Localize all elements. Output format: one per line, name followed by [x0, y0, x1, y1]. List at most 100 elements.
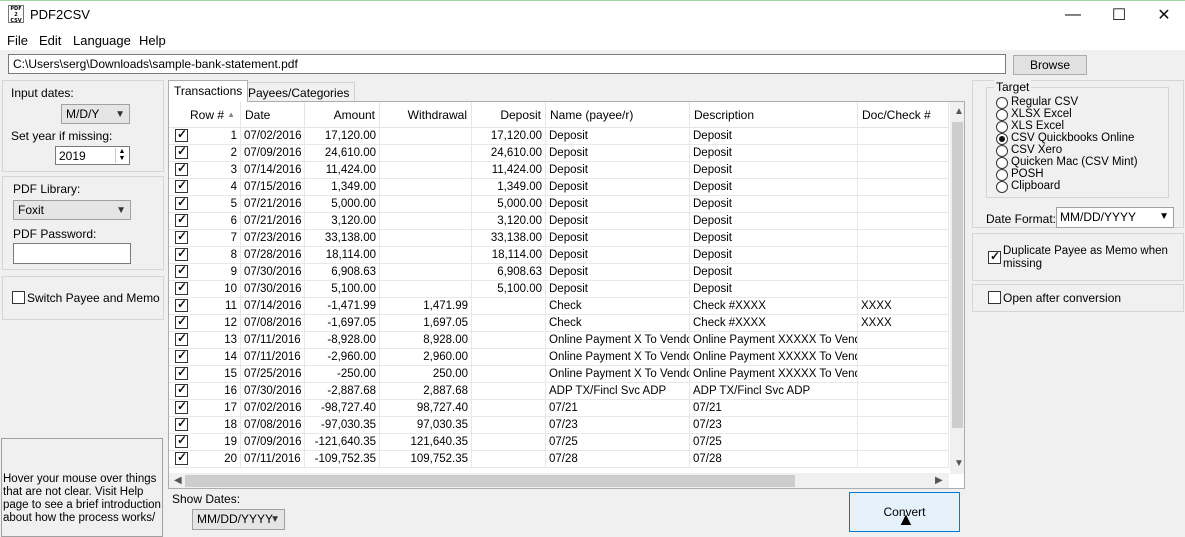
- cell-description: Deposit: [690, 213, 858, 230]
- menu-help[interactable]: Help: [139, 33, 166, 48]
- col-description[interactable]: Description: [690, 102, 858, 128]
- table-row[interactable]: 1307/11/2016-8,928.008,928.00Online Paym…: [169, 331, 949, 349]
- maximize-button[interactable]: ☐: [1096, 0, 1142, 29]
- row-checkbox[interactable]: [175, 280, 188, 295]
- cell-amount: 6,908.63: [305, 264, 380, 281]
- cell-description: Check #XXXX: [690, 315, 858, 332]
- target-radio[interactable]: [996, 169, 1008, 181]
- menu-file[interactable]: File: [7, 33, 28, 48]
- show-dates-select[interactable]: MM/DD/YYYY ▼: [192, 509, 285, 530]
- row-checkbox[interactable]: [175, 331, 188, 346]
- scroll-up-icon[interactable]: ▲: [954, 106, 964, 117]
- cell-withdrawal: 97,030.35: [380, 417, 472, 434]
- row-checkbox[interactable]: [175, 212, 188, 227]
- duplicate-payee-checkbox[interactable]: [988, 249, 1001, 264]
- cell-amount: 24,610.00: [305, 145, 380, 162]
- cell-description: Deposit: [690, 247, 858, 264]
- col-deposit[interactable]: Deposit: [472, 102, 546, 128]
- pdf-password-input[interactable]: [13, 243, 131, 264]
- row-checkbox[interactable]: [175, 178, 188, 193]
- table-row[interactable]: 1007/30/20165,100.005,100.00DepositDepos…: [169, 280, 949, 298]
- cell-deposit: [472, 451, 546, 468]
- menu-edit[interactable]: Edit: [39, 33, 61, 48]
- cell-description: 07/21: [690, 400, 858, 417]
- cell-payee: 07/28: [546, 451, 690, 468]
- table-row[interactable]: 907/30/20166,908.636,908.63DepositDeposi…: [169, 263, 949, 281]
- table-row[interactable]: 407/15/20161,349.001,349.00DepositDeposi…: [169, 178, 949, 196]
- target-radio[interactable]: [996, 181, 1008, 193]
- table-row[interactable]: 507/21/20165,000.005,000.00DepositDeposi…: [169, 195, 949, 213]
- col-name[interactable]: Name (payee/r): [546, 102, 690, 128]
- menu-language[interactable]: Language: [73, 33, 131, 48]
- scroll-down-icon[interactable]: ▼: [954, 458, 964, 469]
- row-checkbox[interactable]: [175, 128, 188, 142]
- table-row[interactable]: 1707/02/2016-98,727.4098,727.4007/2107/2…: [169, 399, 949, 417]
- col-withdrawal[interactable]: Withdrawal: [380, 102, 472, 128]
- table-row[interactable]: 307/14/201611,424.0011,424.00DepositDepo…: [169, 161, 949, 179]
- table-row[interactable]: 1607/30/2016-2,887.682,887.68ADP TX/Finc…: [169, 382, 949, 400]
- col-doc-check[interactable]: Doc/Check #: [858, 102, 949, 128]
- tab-payees-categories[interactable]: Payees/Categories: [242, 82, 356, 102]
- horizontal-scroll-thumb[interactable]: [185, 475, 795, 487]
- duplicate-payee-label: Duplicate Payee as Memo when missing: [1003, 245, 1168, 270]
- col-row[interactable]: Row # ▲: [169, 102, 241, 128]
- switch-payee-checkbox[interactable]: [12, 291, 25, 304]
- target-radio[interactable]: [996, 157, 1008, 169]
- row-checkbox[interactable]: [175, 399, 188, 414]
- pdf-library-select[interactable]: Foxit ▼: [13, 200, 131, 220]
- year-value: 2019: [59, 149, 86, 163]
- cell-payee: Deposit: [546, 230, 690, 247]
- row-checkbox[interactable]: [175, 348, 188, 363]
- row-checkbox[interactable]: [175, 450, 188, 465]
- col-amount[interactable]: Amount: [305, 102, 380, 128]
- target-radio[interactable]: [996, 97, 1008, 109]
- target-radio[interactable]: [996, 121, 1008, 133]
- target-radio[interactable]: [996, 109, 1008, 121]
- table-row[interactable]: 1107/14/2016-1,471.991,471.99CheckCheck …: [169, 297, 949, 315]
- close-button[interactable]: ✕: [1141, 0, 1185, 29]
- row-checkbox[interactable]: [175, 297, 188, 312]
- row-checkbox[interactable]: [175, 229, 188, 244]
- row-checkbox[interactable]: [175, 144, 188, 159]
- cell-amount: 5,000.00: [305, 196, 380, 213]
- table-row[interactable]: 1407/11/2016-2,960.002,960.00Online Paym…: [169, 348, 949, 366]
- scroll-left-icon[interactable]: ◀: [174, 475, 182, 486]
- scroll-right-icon[interactable]: ▶: [935, 475, 943, 486]
- table-row[interactable]: 707/23/201633,138.0033,138.00DepositDepo…: [169, 229, 949, 247]
- table-row[interactable]: 1507/25/2016-250.00250.00Online Payment …: [169, 365, 949, 383]
- cell-payee: Check: [546, 315, 690, 332]
- row-checkbox[interactable]: [175, 161, 188, 176]
- year-stepper[interactable]: 2019 ▲ ▼: [55, 146, 130, 165]
- target-radio[interactable]: [996, 133, 1008, 145]
- row-checkbox[interactable]: [175, 365, 188, 380]
- target-radio[interactable]: [996, 145, 1008, 157]
- row-checkbox[interactable]: [175, 246, 188, 261]
- table-row[interactable]: 1207/08/2016-1,697.051,697.05CheckCheck …: [169, 314, 949, 332]
- cell-description: 07/25: [690, 434, 858, 451]
- row-checkbox[interactable]: [175, 382, 188, 397]
- row-checkbox[interactable]: [175, 416, 188, 431]
- date-format-select[interactable]: MM/DD/YYYY ▼: [1056, 207, 1174, 228]
- browse-button[interactable]: Browse: [1013, 55, 1087, 75]
- open-after-checkbox[interactable]: [988, 291, 1001, 304]
- stepper-arrows-icon[interactable]: ▲ ▼: [115, 148, 128, 163]
- target-option-label[interactable]: Clipboard: [1011, 180, 1060, 193]
- input-dates-select[interactable]: M/D/Y ▼: [61, 104, 130, 124]
- cell-amount: 11,424.00: [305, 162, 380, 179]
- vertical-scroll-thumb[interactable]: [952, 122, 963, 428]
- file-path-input[interactable]: C:\Users\serg\Downloads\sample-bank-stat…: [8, 54, 1006, 74]
- row-checkbox[interactable]: [175, 263, 188, 278]
- table-row[interactable]: 607/21/20163,120.003,120.00DepositDeposi…: [169, 212, 949, 230]
- col-date[interactable]: Date: [241, 102, 305, 128]
- table-row[interactable]: 207/09/201624,610.0024,610.00DepositDepo…: [169, 144, 949, 162]
- table-row[interactable]: 107/02/201617,120.0017,120.00DepositDepo…: [169, 128, 949, 145]
- row-checkbox[interactable]: [175, 195, 188, 210]
- table-row[interactable]: 807/28/201618,114.0018,114.00DepositDepo…: [169, 246, 949, 264]
- minimize-button[interactable]: —: [1050, 0, 1096, 29]
- table-row[interactable]: 2007/11/2016-109,752.35109,752.3507/2807…: [169, 450, 949, 468]
- table-row[interactable]: 1907/09/2016-121,640.35121,640.3507/2507…: [169, 433, 949, 451]
- table-row[interactable]: 1807/08/2016-97,030.3597,030.3507/2307/2…: [169, 416, 949, 434]
- tab-transactions[interactable]: Transactions: [168, 80, 249, 102]
- row-checkbox[interactable]: [175, 314, 188, 329]
- row-checkbox[interactable]: [175, 433, 188, 448]
